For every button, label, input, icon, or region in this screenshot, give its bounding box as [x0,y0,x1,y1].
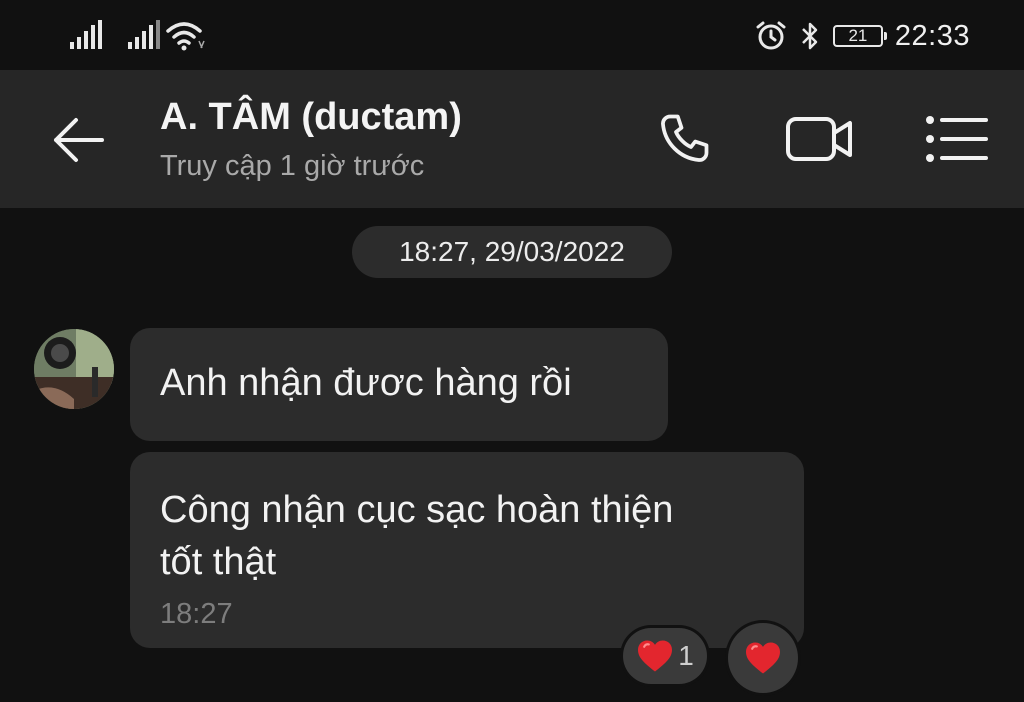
heart-icon [746,642,780,674]
date-separator: 18:27, 29/03/2022 [352,226,672,278]
back-button[interactable] [48,110,112,170]
message-bubble[interactable]: Công nhận cục sạc hoàn thiện tốt thật 18… [130,452,804,648]
alarm-icon [756,21,786,50]
chat-header: A. TÂM (ductam) Truy cập 1 giờ trước [0,70,1024,208]
message-text-line: Công nhận cục sạc hoàn thiện [160,489,674,531]
bluetooth-icon [802,22,818,50]
heart-icon [638,640,673,672]
video-call-button[interactable] [784,104,856,174]
voice-call-button[interactable] [648,104,720,174]
back-arrow-icon [54,118,104,162]
battery-level: 21 [848,26,868,45]
message-bubble[interactable]: Anh nhận đươc hàng rồi [130,328,668,441]
last-seen-status: Truy cập 1 giờ trước [160,150,425,182]
status-clock: 22:33 [894,19,970,52]
add-reaction-button[interactable] [728,623,798,693]
avatar-photo [34,329,114,409]
reaction-count: 1 [678,640,694,671]
contact-avatar[interactable] [34,329,114,409]
wifi-icon [166,22,205,51]
reaction-summary[interactable]: 1 [623,628,707,684]
chat-options-button[interactable] [920,104,992,174]
message-timestamp: 18:27 [160,598,233,630]
contact-name[interactable]: A. TÂM (ductam) [160,96,462,139]
message-text-line: tốt thật [160,541,277,583]
phone-icon [661,114,709,162]
status-bar: 21 22:33 [0,0,1024,70]
signal-icon [128,20,160,49]
battery-icon: 21 [832,25,887,47]
message-text: Anh nhận đươc hàng rồi [160,362,572,404]
video-camera-icon [786,117,852,161]
signal-icon [70,20,102,49]
status-icons: 21 22:33 [755,14,970,58]
menu-list-icon [926,116,988,162]
